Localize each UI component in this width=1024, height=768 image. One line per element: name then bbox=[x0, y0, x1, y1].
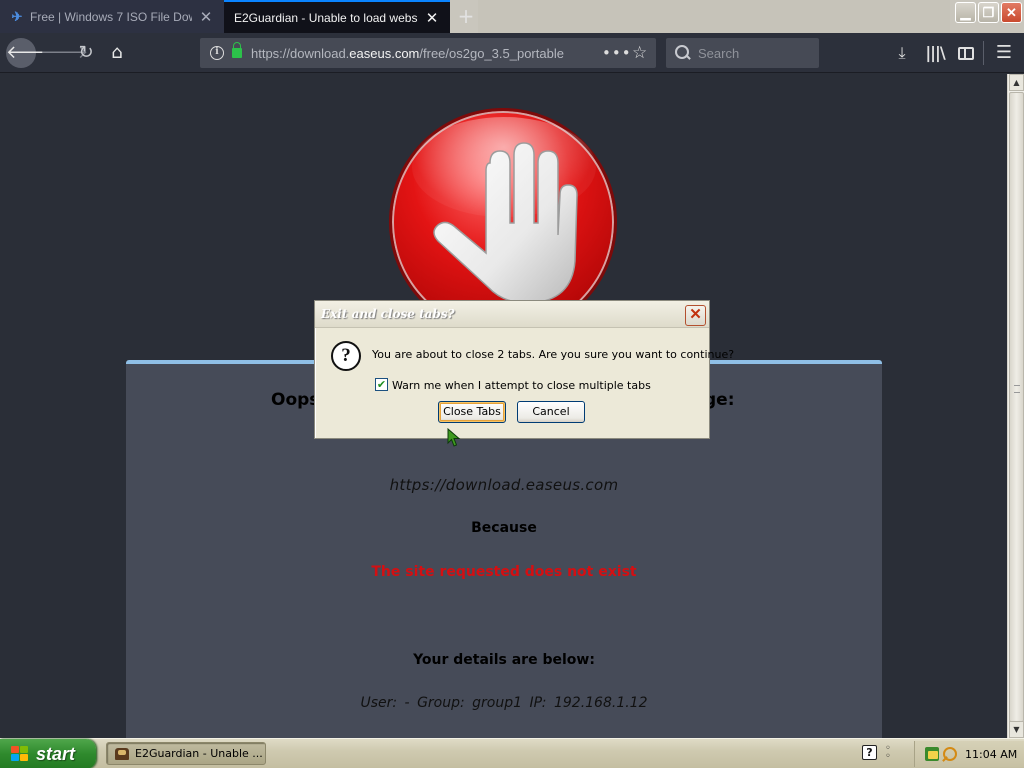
details-heading: Your details are below: bbox=[413, 652, 595, 668]
forward-button[interactable]: 🡒 bbox=[40, 39, 88, 67]
minimize-button[interactable]: ▁ bbox=[955, 2, 976, 23]
download-icon: ⤓ bbox=[898, 43, 906, 62]
library-icon: |||\ bbox=[925, 43, 945, 62]
because-label: Because bbox=[471, 520, 537, 536]
checkmark-icon: ✔ bbox=[376, 378, 387, 391]
url-path: /free/os2go_3.5_portable bbox=[419, 45, 564, 61]
warn-checkbox[interactable]: ✔ bbox=[375, 378, 388, 391]
dialog-titlebar[interactable]: Exit and close tabs? ✕ bbox=[315, 301, 709, 328]
dialog-title: Exit and close tabs? bbox=[321, 307, 455, 321]
start-label: start bbox=[36, 743, 76, 764]
close-tabs-dialog: Exit and close tabs? ✕ ? You are about t… bbox=[314, 300, 734, 439]
scroll-thumb[interactable] bbox=[1009, 92, 1024, 722]
tab-windows-iso[interactable]: ✈ Free | Windows 7 ISO File Downlo ✕ bbox=[0, 0, 224, 33]
menu-button[interactable]: ☰ bbox=[991, 39, 1017, 67]
windows-logo-icon bbox=[10, 745, 30, 763]
url-prefix: https://download. bbox=[251, 45, 350, 61]
window-close-button[interactable]: ✕ bbox=[1001, 2, 1022, 23]
sidebar-icon bbox=[958, 47, 974, 60]
toolbar-divider bbox=[983, 41, 984, 65]
blocked-url: https://download.easeus.com bbox=[389, 476, 619, 494]
start-button[interactable]: start bbox=[0, 739, 96, 768]
help-icon[interactable]: ? bbox=[862, 745, 877, 760]
search-icon bbox=[675, 45, 691, 61]
downloads-button[interactable]: ⤓ bbox=[889, 39, 915, 67]
reload-button[interactable]: ↻ bbox=[72, 39, 100, 67]
hamburger-icon: ☰ bbox=[995, 42, 1013, 63]
tab-title: Free | Windows 7 ISO File Downlo bbox=[30, 9, 192, 24]
system-tray: 11:04 AM bbox=[914, 741, 1024, 767]
scroll-down-arrow-icon[interactable]: ▼ bbox=[1009, 721, 1024, 738]
library-button[interactable]: |||\ bbox=[922, 39, 948, 67]
navigation-toolbar: 🡐 🡒 ↻ ⌂ i https://download.easeus.com/fr… bbox=[0, 33, 1024, 73]
warn-checkbox-label[interactable]: Warn me when I attempt to close multiple… bbox=[392, 379, 651, 392]
page-actions-icon[interactable]: ••• bbox=[602, 44, 632, 62]
cancel-button[interactable]: Cancel bbox=[517, 401, 585, 423]
sidebar-button[interactable] bbox=[953, 39, 979, 67]
reload-icon: ↻ bbox=[78, 42, 94, 63]
taskbar-item-label: E2Guardian - Unable ... bbox=[135, 747, 263, 760]
question-icon: ? bbox=[331, 341, 361, 371]
block-reason: The site requested does not exist bbox=[371, 564, 637, 580]
vertical-scrollbar[interactable]: ▲ ▼ bbox=[1007, 74, 1024, 738]
tray-search-icon[interactable] bbox=[943, 747, 957, 761]
scroll-up-arrow-icon[interactable]: ▲ bbox=[1009, 74, 1024, 91]
network-icon[interactable]: ◦ ◦ bbox=[885, 744, 895, 762]
tab-strip: ✈ Free | Windows 7 ISO File Downlo ✕ E2G… bbox=[0, 0, 1024, 33]
firefox-task-icon bbox=[115, 747, 129, 760]
back-button[interactable]: 🡐 bbox=[6, 38, 54, 68]
close-icon: ✕ bbox=[689, 306, 702, 323]
easeus-favicon-icon: ✈ bbox=[11, 8, 23, 24]
url-domain: easeus.com bbox=[349, 45, 420, 61]
clock: 11:04 AM bbox=[965, 747, 1018, 761]
user-details: User: - Group: group1 IP: 192.168.1.12 bbox=[360, 695, 648, 711]
tab-title: E2Guardian - Unable to load webs bbox=[234, 10, 418, 25]
info-icon[interactable]: i bbox=[210, 46, 224, 60]
home-icon: ⌂ bbox=[111, 42, 123, 63]
tab-close-icon[interactable]: ✕ bbox=[198, 9, 214, 26]
taskbar: start E2Guardian - Unable ... ? ◦ ◦ 11:04… bbox=[0, 738, 1024, 768]
search-placeholder: Search bbox=[698, 45, 740, 61]
dialog-message: You are about to close 2 tabs. Are you s… bbox=[372, 348, 735, 361]
mouse-cursor-icon bbox=[447, 428, 461, 447]
lock-icon[interactable] bbox=[232, 42, 242, 58]
url-text[interactable]: https://download.easeus.com/free/os2go_3… bbox=[251, 46, 591, 61]
home-button[interactable]: ⌂ bbox=[103, 39, 131, 67]
close-tabs-button[interactable]: Close Tabs bbox=[438, 401, 506, 423]
search-input[interactable]: Search bbox=[666, 38, 819, 68]
tab-strip-empty-area bbox=[478, 0, 950, 33]
dialog-close-button[interactable]: ✕ bbox=[685, 305, 706, 326]
tray-app-icon[interactable] bbox=[925, 747, 939, 761]
oops-heading-right: ge: bbox=[704, 390, 735, 410]
tab-e2guardian[interactable]: E2Guardian - Unable to load webs ✕ bbox=[224, 0, 450, 33]
new-tab-button[interactable]: + bbox=[455, 5, 477, 27]
url-bar[interactable]: i https://download.easeus.com/free/os2go… bbox=[200, 38, 656, 68]
tab-close-icon[interactable]: ✕ bbox=[424, 10, 440, 27]
bookmark-star-icon[interactable]: ☆ bbox=[632, 43, 647, 63]
maximize-button[interactable]: ❐ bbox=[978, 2, 999, 23]
taskbar-item-e2guardian[interactable]: E2Guardian - Unable ... bbox=[106, 742, 266, 765]
